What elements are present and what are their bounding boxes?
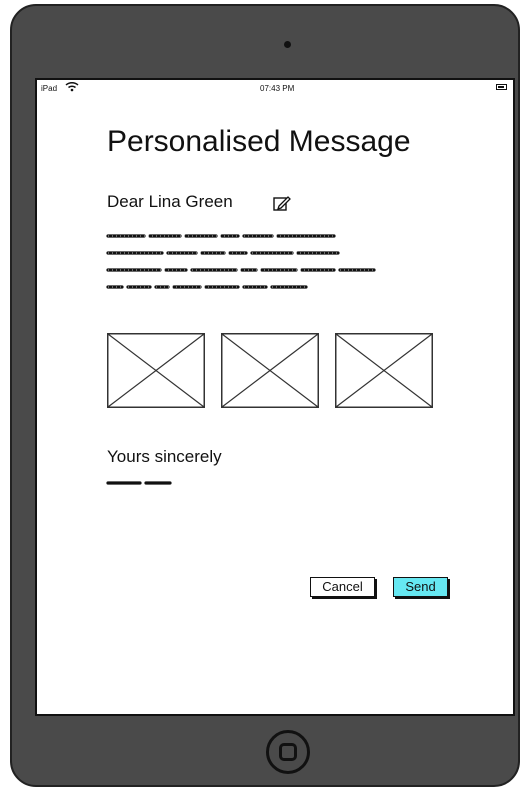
- send-button[interactable]: Send: [393, 577, 448, 597]
- screen: iPad 07:43 PM Personalised Message Dear …: [35, 78, 515, 716]
- battery-icon: [496, 84, 507, 90]
- cancel-button[interactable]: Cancel: [310, 577, 375, 597]
- clock: 07:43 PM: [260, 84, 295, 93]
- home-button-icon: [279, 743, 297, 761]
- edit-icon[interactable]: [273, 195, 291, 216]
- image-placeholder-icon: [107, 333, 205, 408]
- image-placeholder-icon: [335, 333, 433, 408]
- signature-placeholder: [106, 476, 186, 494]
- wifi-icon: [65, 81, 79, 94]
- closing-text: Yours sincerely: [107, 447, 222, 466]
- home-button[interactable]: [266, 730, 310, 774]
- status-bar: iPad 07:43 PM: [37, 80, 513, 98]
- carrier-label: iPad: [41, 84, 58, 93]
- greeting-text: Dear Lina Green: [107, 192, 233, 211]
- page-title: Personalised Message: [107, 125, 411, 158]
- message-body-placeholder: [106, 230, 436, 315]
- image-placeholder-icon: [221, 333, 319, 408]
- camera: [284, 41, 291, 48]
